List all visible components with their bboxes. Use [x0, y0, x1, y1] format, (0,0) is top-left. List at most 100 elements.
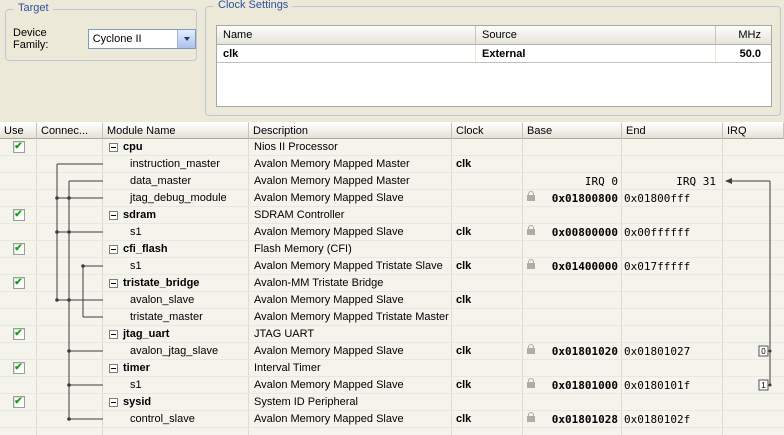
- col-description[interactable]: Description: [249, 122, 452, 139]
- irq-cell: [723, 275, 784, 291]
- description-cell: Interval Timer: [249, 360, 452, 376]
- connections-cell: [37, 207, 103, 223]
- module-name-cell: cpu: [103, 139, 249, 155]
- description-cell: Avalon Memory Mapped Slave: [249, 343, 452, 359]
- connections-cell: [37, 190, 103, 206]
- row-s1[interactable]: s1Avalon Memory Mapped Slaveclk0x0180100…: [0, 377, 784, 394]
- irq-cell: [723, 190, 784, 206]
- base-address[interactable]: 0x00800000: [552, 226, 618, 239]
- clock-col-mhz[interactable]: MHz: [715, 26, 771, 44]
- base-cell: 0x00800000: [523, 224, 622, 240]
- row-s1[interactable]: s1Avalon Memory Mapped Tristate Slaveclk…: [0, 258, 784, 275]
- use-checkbox[interactable]: ✔: [13, 277, 25, 289]
- connections-cell: [37, 258, 103, 274]
- clock-settings-group-title: Clock Settings: [214, 0, 292, 11]
- row-instruction_master[interactable]: instruction_masterAvalon Memory Mapped M…: [0, 156, 784, 173]
- module-name-cell: tristate_bridge: [103, 275, 249, 291]
- base-address[interactable]: 0x01801020: [552, 345, 618, 358]
- lock-icon: [527, 263, 535, 269]
- collapse-box-icon[interactable]: [109, 245, 118, 254]
- device-family-select[interactable]: Cyclone II: [88, 29, 196, 49]
- col-irq[interactable]: IRQ: [723, 122, 784, 139]
- row-avalon_jtag_slave[interactable]: avalon_jtag_slaveAvalon Memory Mapped Sl…: [0, 343, 784, 360]
- row-avalon_slave[interactable]: avalon_slaveAvalon Memory Mapped Slavecl…: [0, 292, 784, 309]
- base-cell: [523, 156, 622, 172]
- base-address[interactable]: 0x01400000: [552, 260, 618, 273]
- clock-mhz-value[interactable]: 50.0: [715, 45, 771, 62]
- use-cell: [0, 377, 37, 393]
- col-end[interactable]: End: [622, 122, 723, 139]
- description-cell: Avalon Memory Mapped Slave: [249, 190, 452, 206]
- col-clock[interactable]: Clock: [452, 122, 523, 139]
- clock-cell: clk: [452, 156, 523, 172]
- port-name: jtag_debug_module: [130, 192, 227, 204]
- module-name-cell: s1: [103, 377, 249, 393]
- collapse-box-icon[interactable]: [109, 279, 118, 288]
- irq-cell: [723, 309, 784, 325]
- base-cell: [523, 360, 622, 376]
- row-timer[interactable]: ✔timerInterval Timer: [0, 360, 784, 377]
- use-cell: [0, 190, 37, 206]
- base-address[interactable]: 0x01801028: [552, 413, 618, 426]
- connections-cell: [37, 275, 103, 291]
- row-s1[interactable]: s1Avalon Memory Mapped Slaveclk0x0080000…: [0, 224, 784, 241]
- base-cell: [523, 241, 622, 257]
- end-address: 0x01800fff: [624, 192, 690, 205]
- irq-cell: [723, 411, 784, 427]
- module-name-cell: avalon_jtag_slave: [103, 343, 249, 359]
- use-cell: ✔: [0, 394, 37, 410]
- base-address[interactable]: 0x01800800: [552, 192, 618, 205]
- row-jtag_debug_module[interactable]: jtag_debug_module Avalon Memory Mapped Sl…: [0, 190, 784, 207]
- clock-row-clk[interactable]: clk External 50.0: [217, 45, 771, 63]
- row-control_slave[interactable]: control_slaveAvalon Memory Mapped Slavec…: [0, 411, 784, 428]
- use-checkbox[interactable]: ✔: [13, 141, 25, 153]
- clock-cell: [452, 394, 523, 410]
- row-data_master[interactable]: data_masterAvalon Memory Mapped MasterIR…: [0, 173, 784, 190]
- combo-dropdown-button[interactable]: [177, 30, 195, 48]
- description-cell: Avalon Memory Mapped Tristate Slave: [249, 258, 452, 274]
- port-name: s1: [130, 260, 142, 272]
- col-use[interactable]: Use: [0, 122, 37, 139]
- collapse-box-icon[interactable]: [109, 364, 118, 373]
- row-sdram[interactable]: ✔sdramSDRAM Controller: [0, 207, 784, 224]
- port-name: instruction_master: [130, 158, 220, 170]
- row-cfi_flash[interactable]: ✔cfi_flashFlash Memory (CFI): [0, 241, 784, 258]
- end-address: 0x01801027: [624, 345, 690, 358]
- clock-col-name[interactable]: Name: [217, 26, 475, 44]
- row-cpu[interactable]: ✔cpuNios II Processor: [0, 139, 784, 156]
- collapse-box-icon[interactable]: [109, 330, 118, 339]
- connections-cell: [37, 139, 103, 155]
- base-cell: 0x01801028: [523, 411, 622, 427]
- port-name: data_master: [130, 175, 191, 187]
- row-tristate_master[interactable]: tristate_masterAvalon Memory Mapped Tris…: [0, 309, 784, 326]
- end-cell: [622, 360, 723, 376]
- clock-col-source[interactable]: Source: [475, 26, 715, 44]
- row-jtag_uart[interactable]: ✔jtag_uartJTAG UART: [0, 326, 784, 343]
- col-module-name[interactable]: Module Name: [103, 122, 249, 139]
- use-checkbox[interactable]: ✔: [13, 209, 25, 221]
- use-checkbox[interactable]: ✔: [13, 328, 25, 340]
- col-base[interactable]: Base: [523, 122, 622, 139]
- use-checkbox[interactable]: ✔: [13, 362, 25, 374]
- port-name: s1: [130, 379, 142, 391]
- base-address[interactable]: 0x01801000: [552, 379, 618, 392]
- row-sysid[interactable]: ✔sysidSystem ID Peripheral: [0, 394, 784, 411]
- base-cell: [523, 292, 622, 308]
- module-name: jtag_uart: [123, 328, 169, 340]
- clock-source-value[interactable]: External: [475, 45, 715, 62]
- use-cell: [0, 173, 37, 189]
- use-checkbox[interactable]: ✔: [13, 243, 25, 255]
- lock-icon: [527, 382, 535, 388]
- module-name: cfi_flash: [123, 243, 168, 255]
- row-tristate_bridge[interactable]: ✔tristate_bridgeAvalon-MM Tristate Bridg…: [0, 275, 784, 292]
- end-cell: 0x0180101f: [622, 377, 723, 393]
- connections-cell: [37, 394, 103, 410]
- col-connections[interactable]: Connec...: [37, 122, 103, 139]
- collapse-box-icon[interactable]: [109, 211, 118, 220]
- clock-cell: clk: [452, 224, 523, 240]
- use-cell: ✔: [0, 275, 37, 291]
- use-cell: [0, 292, 37, 308]
- use-checkbox[interactable]: ✔: [13, 396, 25, 408]
- collapse-box-icon[interactable]: [109, 143, 118, 152]
- collapse-box-icon[interactable]: [109, 398, 118, 407]
